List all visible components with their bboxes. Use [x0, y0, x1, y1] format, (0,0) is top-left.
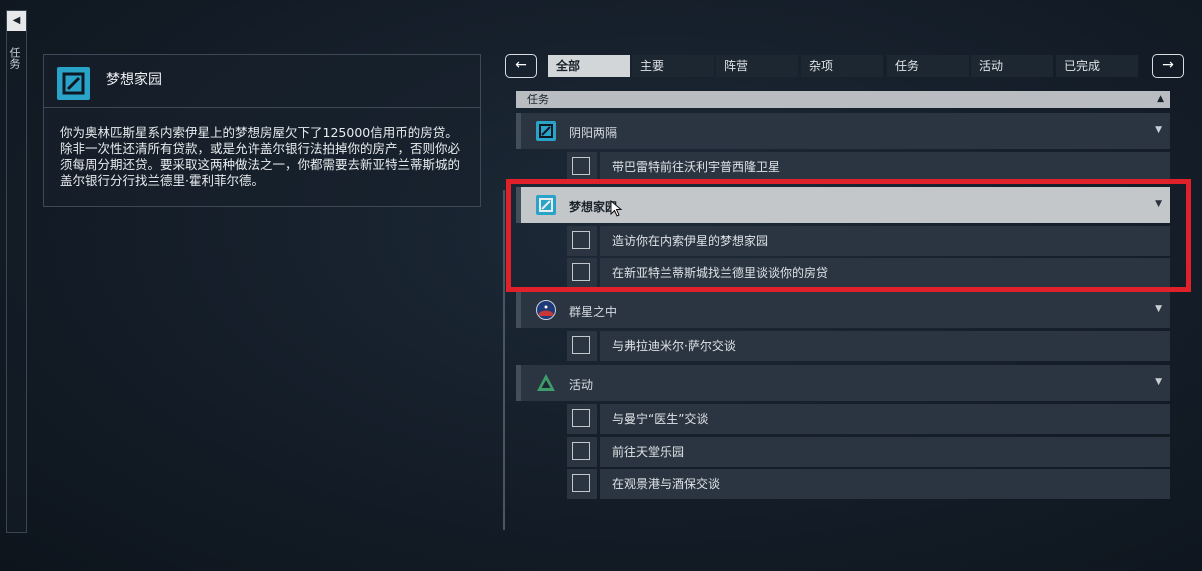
- mouse-cursor-icon: [610, 199, 624, 222]
- mission-icon: [536, 121, 556, 141]
- quest-objective[interactable]: 与曼宁“医生”交谈: [567, 404, 1170, 434]
- collapse-panel-button[interactable]: ◀: [7, 11, 26, 31]
- objective-checkbox[interactable]: [567, 331, 597, 361]
- objective-checkbox[interactable]: [567, 226, 597, 256]
- objective-checkbox[interactable]: [567, 437, 597, 467]
- quest-objective[interactable]: 带巴雷特前往沃利宇普西隆卫星: [567, 152, 1170, 182]
- chevron-down-icon: ▼: [1155, 304, 1162, 314]
- next-tab-button[interactable]: →: [1152, 54, 1184, 78]
- objective-text: 带巴雷特前往沃利宇普西隆卫星: [600, 152, 1170, 182]
- mission-detail-description: 你为奥林匹斯星系内索伊星上的梦想房屋欠下了125000信用币的房贷。除非一次性还…: [60, 125, 461, 188]
- objective-checkbox[interactable]: [567, 469, 597, 499]
- tab-activities[interactable]: 活动: [971, 55, 1053, 77]
- objective-checkbox[interactable]: [567, 258, 597, 288]
- group-accent-bar: [516, 113, 521, 149]
- tab-missions[interactable]: 任务: [887, 55, 969, 77]
- chevron-down-icon: ▼: [1155, 125, 1162, 135]
- objective-text: 与弗拉迪米尔·萨尔交谈: [600, 331, 1170, 361]
- group-accent-bar: [516, 365, 521, 401]
- quest-objective[interactable]: 造访你在内索伊星的梦想家园: [567, 226, 1170, 256]
- chevron-down-icon: ▼: [1155, 199, 1162, 209]
- quest-objective[interactable]: 在观景港与酒保交谈: [567, 469, 1170, 499]
- mission-detail-title: 梦想家园: [106, 72, 162, 88]
- activity-icon: [536, 373, 556, 393]
- objective-checkbox[interactable]: [567, 152, 597, 182]
- objective-text: 在观景港与酒保交谈: [600, 469, 1170, 499]
- quest-group-label: 活动: [569, 378, 594, 392]
- mission-icon: [536, 195, 556, 215]
- quest-objective[interactable]: 前往天堂乐园: [567, 437, 1170, 467]
- prev-tab-button[interactable]: ←: [505, 54, 537, 78]
- objective-text: 与曼宁“医生”交谈: [600, 404, 1170, 434]
- mission-detail-header: 梦想家园: [44, 55, 480, 108]
- sort-dropdown[interactable]: 任务 ▲: [516, 91, 1170, 108]
- objective-text: 在新亚特兰蒂斯城找兰德里谈谈你的房贷: [600, 258, 1170, 288]
- tab-faction[interactable]: 阵营: [716, 55, 798, 77]
- quest-objective[interactable]: 与弗拉迪米尔·萨尔交谈: [567, 331, 1170, 361]
- tab-all[interactable]: 全部: [548, 55, 630, 77]
- group-accent-bar: [516, 187, 521, 223]
- tab-main[interactable]: 主要: [632, 55, 714, 77]
- chevron-down-icon: ▼: [1155, 377, 1162, 387]
- group-accent-bar: [516, 292, 521, 328]
- sort-updown-icon: ▲: [1157, 94, 1164, 104]
- mission-icon: [57, 67, 90, 100]
- objective-text: 造访你在内索伊星的梦想家园: [600, 226, 1170, 256]
- objective-checkbox[interactable]: [567, 404, 597, 434]
- quest-group-label: 阴阳两隔: [569, 126, 618, 140]
- quest-group-activities[interactable]: 活动 ▼: [516, 365, 1170, 401]
- side-panel-label: 任务: [8, 47, 21, 69]
- tab-completed[interactable]: 已完成: [1056, 55, 1138, 77]
- sort-label: 任务: [527, 93, 549, 106]
- quest-group-yinyang[interactable]: 阴阳两隔 ▼: [516, 113, 1170, 149]
- quest-group-among-stars[interactable]: 群星之中 ▼: [516, 292, 1170, 328]
- quest-objective[interactable]: 在新亚特兰蒂斯城找兰德里谈谈你的房贷: [567, 258, 1170, 288]
- list-scroll-track: [503, 190, 505, 530]
- mission-detail-panel: 梦想家园 你为奥林匹斯星系内索伊星上的梦想房屋欠下了125000信用币的房贷。除…: [43, 54, 481, 207]
- tab-misc[interactable]: 杂项: [801, 55, 883, 77]
- side-panel: ◀ 任务: [6, 10, 27, 533]
- constellation-icon: [536, 300, 556, 320]
- objective-text: 前往天堂乐园: [600, 437, 1170, 467]
- quest-group-label: 群星之中: [569, 305, 618, 319]
